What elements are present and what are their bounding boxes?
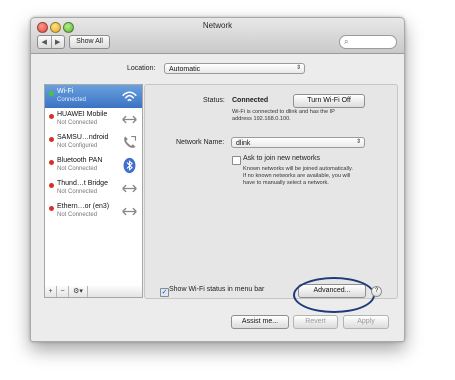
location-label: Location: (127, 65, 156, 72)
service-status: Not Connected (57, 166, 98, 172)
status-dot (49, 114, 54, 119)
status-label: Status: (203, 97, 225, 104)
turn-wifi-off-button[interactable]: Turn Wi-Fi Off (293, 94, 365, 108)
arrows-icon (122, 184, 137, 193)
service-status: Not Connected (57, 120, 98, 126)
search-icon: ⌕ (344, 37, 349, 46)
ask-join-checkbox[interactable] (232, 156, 241, 165)
service-item-ethernet[interactable]: Ethern…or (en3) Not Connected (45, 200, 142, 223)
bluetooth-icon (123, 157, 136, 174)
status-description-1: Wi-Fi is connected to dlink and has the … (232, 109, 335, 115)
chevron-left-icon[interactable]: ◀ (38, 36, 51, 48)
ask-join-label: Ask to join new networks (243, 155, 321, 162)
ask-join-help-2: If no known networks are available, you … (243, 173, 351, 179)
status-dot (49, 206, 54, 211)
status-dot (49, 183, 54, 188)
search-field[interactable]: ⌕ (339, 35, 397, 49)
phone-icon (124, 135, 137, 148)
detail-panel: Status: Connected Turn Wi-Fi Off Wi-Fi i… (144, 84, 398, 299)
status-dot (49, 137, 54, 142)
remove-service-button[interactable]: − (57, 286, 69, 297)
add-service-button[interactable]: + (45, 286, 57, 297)
chevron-right-icon[interactable]: ▶ (50, 36, 65, 48)
show-all-button[interactable]: Show All (69, 35, 110, 49)
highlight-ring (293, 277, 375, 313)
status-dot (49, 160, 54, 165)
service-status: Not Connected (57, 212, 98, 218)
nav-buttons: ◀ ▶ (37, 35, 65, 49)
help-button[interactable]: ? (371, 286, 382, 297)
service-item-thunderbolt[interactable]: Thund…t Bridge Not Connected (45, 177, 142, 200)
assist-me-button[interactable]: Assist me... (231, 315, 289, 329)
service-name: Wi-Fi (57, 88, 74, 95)
location-select[interactable]: Automatic ⇕ (164, 63, 305, 74)
service-name: Ethern…or (en3) (57, 203, 110, 210)
window-title: Network (202, 21, 233, 30)
titlebar: Network ◀ ▶ Show All ⌕ (31, 18, 404, 54)
service-name: HUAWEI Mobile (57, 111, 108, 118)
gear-icon[interactable]: ⚙▾ (69, 286, 88, 297)
service-name: Thund…t Bridge (57, 180, 108, 187)
revert-button[interactable]: Revert (293, 315, 338, 329)
network-name-value: dlink (236, 140, 251, 147)
service-item-samsung[interactable]: SAMSU…ndroid Not Configured (45, 131, 142, 154)
apply-button[interactable]: Apply (343, 315, 389, 329)
arrows-icon (122, 207, 137, 216)
service-item-huawei[interactable]: HUAWEI Mobile Not Connected (45, 108, 142, 131)
service-item-bluetooth[interactable]: Bluetooth PAN Not Connected (45, 154, 142, 177)
show-status-checkbox[interactable]: ✓ (160, 288, 169, 297)
location-value: Automatic (169, 66, 201, 73)
show-status-label: Show Wi-Fi status in menu bar (169, 286, 265, 293)
ask-join-help-1: Known networks will be joined automatica… (243, 166, 353, 172)
network-name-label: Network Name: (176, 139, 225, 146)
chevron-updown-icon: ⇕ (295, 65, 301, 71)
chevron-updown-icon: ⇕ (355, 139, 361, 145)
service-status: Not Connected (57, 189, 98, 195)
wifi-icon (122, 91, 137, 102)
service-item-wifi[interactable]: Wi-Fi Connected (45, 85, 142, 108)
status-value: Connected (232, 97, 269, 104)
status-dot (49, 91, 54, 96)
service-list: Wi-Fi Connected HUAWEI Mobile Not Connec… (44, 84, 143, 287)
service-status: Not Configured (57, 143, 98, 149)
service-list-footer: + − ⚙▾ (44, 286, 143, 298)
network-name-select[interactable]: dlink ⇕ (231, 137, 365, 148)
network-window: Network ◀ ▶ Show All ⌕ Location: Automat… (30, 17, 405, 342)
service-name: SAMSU…ndroid (57, 134, 109, 141)
arrows-icon (122, 115, 137, 124)
service-status: Connected (57, 97, 87, 103)
status-description-2: address 192.168.0.100. (232, 116, 291, 122)
service-name: Bluetooth PAN (57, 157, 103, 164)
ask-join-help-3: have to manually select a network. (243, 180, 329, 186)
